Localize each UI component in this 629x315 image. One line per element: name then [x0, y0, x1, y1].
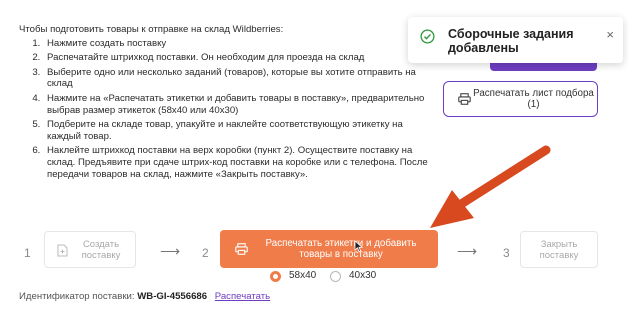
instruction-step: Нажмите создать поставку [43, 38, 439, 50]
printer-icon [458, 93, 471, 105]
supply-id-value: WB-GI-4556686 [137, 291, 208, 302]
cursor-icon [354, 240, 363, 252]
print-picking-list-button[interactable]: Распечатать лист подбора (1) [443, 81, 598, 117]
print-labels-add-goods-button[interactable]: Распечатать этикетки и добавить товары в… [220, 230, 438, 268]
success-toast: Сборочные задания добавлены × [408, 17, 623, 63]
instruction-step: Наклейте штрихкод поставки на верх короб… [43, 145, 439, 180]
step-arrow: ⟶ [160, 243, 181, 259]
instructions-block: Чтобы подготовить товары к отправке на с… [19, 24, 439, 183]
supply-id-label: Идентификатор поставки: [19, 291, 135, 302]
toast-message: Сборочные задания добавлены [448, 27, 574, 55]
print-labels-label: Распечатать этикетки и добавить товары в… [265, 238, 417, 260]
radio-40x30[interactable] [330, 271, 341, 282]
radio-58x40-label: 58х40 [289, 270, 317, 281]
radio-58x40[interactable] [270, 271, 281, 282]
instructions-intro: Чтобы подготовить товары к отправке на с… [19, 24, 284, 35]
instruction-step: Нажмите на «Распечатать этикетки и добав… [43, 93, 439, 116]
close-icon[interactable]: × [606, 28, 614, 42]
step-number-2: 2 [202, 246, 209, 260]
step-arrow: ⟶ [457, 243, 478, 259]
print-supply-link[interactable]: Распечатать [215, 291, 270, 302]
close-supply-step-button[interactable]: Закрыть поставку [520, 231, 598, 268]
create-supply-step-button[interactable]: Создать поставку [44, 231, 136, 268]
printer-icon [235, 243, 248, 255]
instructions-list: Нажмите создать поставку Распечатайте шт… [19, 38, 439, 181]
supply-id-row: Идентификатор поставки: WB-GI-4556686 Ра… [19, 291, 270, 302]
add-document-icon [57, 244, 68, 257]
close-supply-label: Закрыть поставку [539, 239, 579, 261]
instruction-step: Распечатайте штрихкод поставки. Он необх… [43, 52, 439, 64]
step-number-1: 1 [24, 246, 31, 260]
instruction-step: Подберите на складе товар, упакуйте и на… [43, 119, 439, 142]
create-supply-label: Создать поставку [81, 239, 121, 261]
check-circle-icon [420, 29, 435, 44]
step-number-3: 3 [503, 246, 510, 260]
radio-40x30-label: 40х30 [349, 270, 377, 281]
instruction-step: Выберите одно или несколько заданий (тов… [43, 67, 439, 90]
print-picking-list-label: Распечатать лист подбора (1) [473, 88, 594, 110]
